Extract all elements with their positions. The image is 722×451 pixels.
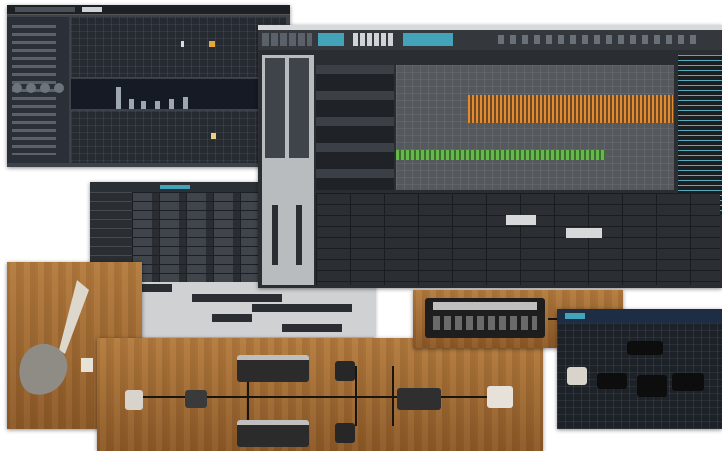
rack-window xyxy=(557,309,722,429)
fader[interactable] xyxy=(296,205,302,265)
amp-icon[interactable] xyxy=(425,298,545,338)
splitter-module[interactable] xyxy=(185,390,207,408)
toolbar-right-buttons[interactable] xyxy=(498,35,698,44)
amp-icon[interactable] xyxy=(237,355,309,382)
transport-buttons[interactable] xyxy=(160,185,190,189)
toolbar-buttons[interactable] xyxy=(15,7,75,12)
tempo-display xyxy=(353,33,395,46)
footswitch-icon[interactable] xyxy=(672,373,704,391)
step-on[interactable] xyxy=(211,133,216,139)
sequencer-step-grid-lower[interactable] xyxy=(71,111,286,163)
record-buttons[interactable] xyxy=(318,33,344,46)
pattern-arrangement[interactable] xyxy=(132,282,375,337)
step-on[interactable] xyxy=(209,41,215,47)
cabinet-module[interactable] xyxy=(335,423,355,443)
cabinet-module[interactable] xyxy=(637,375,667,397)
sequencer-knobs[interactable] xyxy=(12,83,64,101)
pedal-icon[interactable] xyxy=(125,390,143,410)
amp-icon[interactable] xyxy=(237,420,309,447)
pedal-icon[interactable] xyxy=(567,367,587,385)
cabinet-module[interactable] xyxy=(335,361,355,381)
rack-workspace[interactable] xyxy=(557,323,722,429)
track-headers[interactable] xyxy=(316,65,394,190)
step-on[interactable] xyxy=(181,41,184,47)
browser-panel[interactable] xyxy=(678,55,722,215)
sequencer-step-grid[interactable] xyxy=(71,17,286,77)
velocity-lane[interactable] xyxy=(71,79,286,109)
mixer-module[interactable] xyxy=(397,388,441,410)
signal-chain-panel xyxy=(97,338,543,451)
toolbar-display xyxy=(82,7,102,12)
rack-toolbar xyxy=(557,309,722,323)
audio-clip-green[interactable] xyxy=(396,150,606,160)
fader[interactable] xyxy=(272,205,278,265)
step-sequencer-window xyxy=(7,5,290,167)
main-daw-window xyxy=(258,25,722,288)
arrange-area[interactable] xyxy=(396,65,674,190)
mixer-strips[interactable] xyxy=(262,55,314,285)
sequencer-toolbar xyxy=(7,5,290,15)
footswitch-icon[interactable] xyxy=(487,386,513,408)
clip-launcher[interactable] xyxy=(316,193,720,285)
time-display xyxy=(403,33,453,46)
audio-clip-orange[interactable] xyxy=(468,95,673,123)
transport-controls[interactable] xyxy=(262,33,312,46)
splitter-module[interactable] xyxy=(597,373,627,389)
daw-toolbar xyxy=(258,30,722,50)
amp-icon[interactable] xyxy=(627,341,663,355)
